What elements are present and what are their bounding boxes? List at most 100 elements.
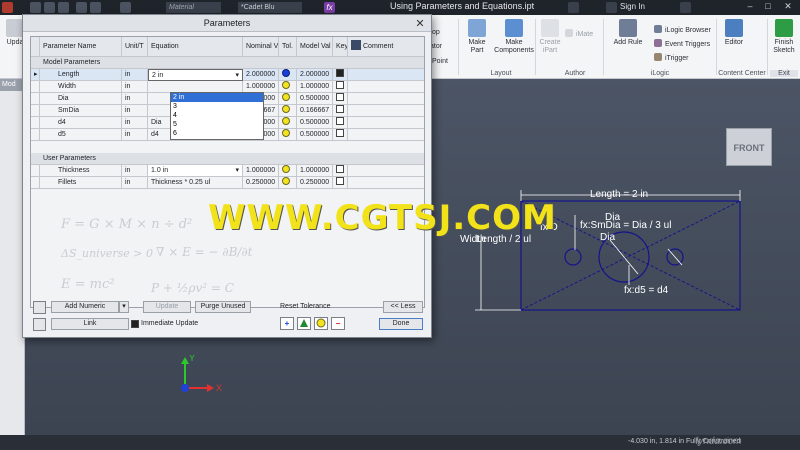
param-key[interactable] bbox=[333, 69, 348, 81]
param-comment[interactable] bbox=[348, 81, 424, 93]
dropdown-option[interactable]: 5 bbox=[171, 120, 263, 129]
done-button[interactable]: Done bbox=[379, 318, 423, 330]
left-hole bbox=[564, 248, 582, 266]
param-comment[interactable] bbox=[348, 93, 424, 105]
bg-formula-bernoulli: P + ½ρv² = C bbox=[151, 281, 234, 295]
param-comment[interactable] bbox=[348, 117, 424, 129]
key-checkbox[interactable] bbox=[336, 69, 344, 77]
tolerance-nominal-icon[interactable] bbox=[314, 317, 328, 330]
param-unit: in bbox=[122, 177, 148, 189]
param-equation[interactable]: 2 in ▾ bbox=[148, 69, 243, 81]
param-nominal: 1.000000 bbox=[243, 165, 279, 177]
dialog-title-bar[interactable]: Parameters ✕ bbox=[23, 15, 431, 32]
user-parameters-group[interactable]: User Parameters bbox=[31, 153, 424, 165]
param-tolerance bbox=[279, 105, 297, 117]
key-checkbox[interactable] bbox=[336, 165, 344, 173]
key-checkbox[interactable] bbox=[336, 81, 344, 89]
param-model-value: 1.000000 bbox=[297, 165, 333, 177]
key-checkbox[interactable] bbox=[336, 93, 344, 101]
tolerance-yellow-icon[interactable] bbox=[282, 165, 290, 173]
col-unit[interactable]: Unit/T bbox=[122, 37, 148, 57]
row-marker bbox=[31, 105, 40, 117]
key-checkbox[interactable] bbox=[336, 105, 344, 113]
model-parameters-group[interactable]: Model Parameters bbox=[31, 57, 424, 69]
param-comment[interactable] bbox=[348, 177, 424, 189]
col-model-value[interactable]: Model Val bbox=[297, 37, 333, 57]
tolerance-yellow-icon[interactable] bbox=[282, 81, 290, 89]
filter-icon[interactable] bbox=[33, 301, 46, 314]
link-button[interactable]: Link bbox=[51, 318, 129, 330]
tolerance-yellow-icon[interactable] bbox=[282, 105, 290, 113]
add-numeric-button[interactable]: Add Numeric bbox=[51, 301, 119, 313]
dropdown-option[interactable]: 2 in bbox=[171, 93, 263, 102]
param-comment[interactable] bbox=[348, 165, 424, 177]
dropdown-option[interactable]: 3 bbox=[171, 102, 263, 111]
col-tolerance[interactable]: Tol. bbox=[279, 37, 297, 57]
col-parameter-name[interactable]: Parameter Name bbox=[40, 37, 122, 57]
col-key[interactable]: Key bbox=[333, 37, 348, 57]
param-model-value: 0.500000 bbox=[297, 93, 333, 105]
user-parameter-row[interactable]: Thickness in 1.0 in ▾ 1.000000 1.000000 bbox=[31, 165, 424, 177]
row-marker bbox=[31, 117, 40, 129]
param-nominal: 2.000000 bbox=[243, 69, 279, 81]
tolerance-median-icon[interactable] bbox=[297, 317, 311, 330]
param-key[interactable] bbox=[333, 117, 348, 129]
bg-formula-gravity: F = G × M × n ÷ d² bbox=[61, 217, 193, 232]
equation-dropdown-icon[interactable]: ▾ bbox=[235, 70, 239, 80]
tolerance-plus-icon[interactable]: + bbox=[280, 317, 294, 330]
model-parameter-row[interactable]: ▸ Length in 2 in ▾ 2.000000 2.000000 bbox=[31, 69, 424, 81]
param-name: Dia bbox=[40, 93, 122, 105]
col-equation[interactable]: Equation bbox=[148, 37, 243, 57]
key-checkbox[interactable] bbox=[336, 177, 344, 185]
param-key[interactable] bbox=[333, 129, 348, 141]
help-icon[interactable] bbox=[33, 318, 46, 331]
param-key[interactable] bbox=[333, 93, 348, 105]
col-nominal[interactable]: Nominal V bbox=[243, 37, 279, 57]
row-marker: ▸ bbox=[31, 69, 40, 81]
less-button[interactable]: << Less bbox=[383, 301, 423, 313]
immediate-update-checkbox[interactable] bbox=[131, 320, 139, 328]
col-comment[interactable]: Comment bbox=[348, 37, 424, 57]
tolerance-yellow-icon[interactable] bbox=[282, 93, 290, 101]
tolerance-yellow-icon[interactable] bbox=[282, 129, 290, 137]
tolerance-yellow-icon[interactable] bbox=[282, 177, 290, 185]
update-button[interactable]: Update bbox=[143, 301, 191, 313]
key-checkbox[interactable] bbox=[336, 129, 344, 137]
key-checkbox[interactable] bbox=[336, 117, 344, 125]
export-icon[interactable] bbox=[351, 40, 361, 50]
add-numeric-dropdown-icon[interactable]: ▾ bbox=[119, 301, 129, 313]
purge-unused-button[interactable]: Purge Unused bbox=[195, 301, 251, 313]
param-tolerance bbox=[279, 81, 297, 93]
param-name: d4 bbox=[40, 117, 122, 129]
param-unit: in bbox=[122, 129, 148, 141]
viewcube[interactable]: FRONT bbox=[726, 128, 772, 166]
dialog-close-icon[interactable]: ✕ bbox=[413, 16, 427, 33]
length-dimension: Length = 2 in bbox=[590, 189, 648, 200]
equation-dropdown-icon[interactable]: ▾ bbox=[235, 165, 239, 176]
param-name: Fillets bbox=[40, 177, 122, 189]
param-model-value: 1.000000 bbox=[297, 81, 333, 93]
tolerance-blue-icon[interactable] bbox=[282, 69, 290, 77]
status-watermark: lynda.com bbox=[696, 436, 742, 447]
dropdown-option[interactable]: 6 bbox=[171, 129, 263, 138]
user-parameter-row[interactable]: Fillets in Thickness * 0.25 ul 0.250000 0.25… bbox=[31, 177, 424, 189]
coordinate-triad: Y X bbox=[181, 355, 222, 393]
param-equation[interactable]: Thickness * 0.25 ul bbox=[148, 177, 243, 189]
equation-dropdown-list[interactable]: 2 in 3 4 5 6 bbox=[170, 92, 264, 140]
param-key[interactable] bbox=[333, 165, 348, 177]
param-equation[interactable]: 1.0 in ▾ bbox=[148, 165, 243, 177]
tolerance-minus-icon[interactable]: − bbox=[331, 317, 345, 330]
bg-formula-energy: E = mc² bbox=[61, 277, 115, 292]
smdia-dimension: fx:SmDia = Dia / 3 ul bbox=[580, 220, 671, 231]
param-key[interactable] bbox=[333, 177, 348, 189]
bg-formula-maxwell: ∇ × E = − ∂B/∂t bbox=[156, 245, 253, 259]
param-comment[interactable] bbox=[348, 105, 424, 117]
param-comment[interactable] bbox=[348, 129, 424, 141]
param-key[interactable] bbox=[333, 81, 348, 93]
param-key[interactable] bbox=[333, 105, 348, 117]
tolerance-yellow-icon[interactable] bbox=[282, 117, 290, 125]
dropdown-option[interactable]: 4 bbox=[171, 111, 263, 120]
param-comment[interactable] bbox=[348, 69, 424, 81]
status-bar: -4.030 in, 1.814 in Fully Constrained ly… bbox=[0, 435, 800, 450]
parameters-table: F = G × M × n ÷ d² ∇ × E = − ∂B/∂t E = m… bbox=[30, 36, 425, 308]
